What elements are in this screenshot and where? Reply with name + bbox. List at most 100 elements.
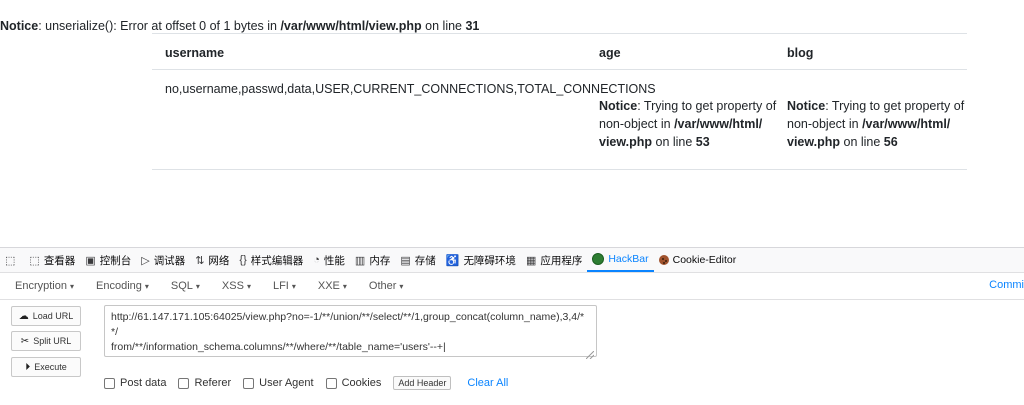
- url-textarea[interactable]: http://61.147.171.105:64025/view.php?no=…: [104, 305, 597, 357]
- tab-style-editor[interactable]: {} 样式编辑器: [234, 248, 308, 272]
- blog-notice-pre: non-object in: [787, 117, 863, 131]
- blog-notice-online: on line: [840, 135, 884, 149]
- tab-label: 无障碍环境: [463, 254, 516, 267]
- tab-picker[interactable]: ⬚: [0, 248, 24, 272]
- tab-inspector[interactable]: ⬚ 查看器: [24, 248, 80, 272]
- tab-cookie-editor[interactable]: Cookie-Editor: [654, 248, 742, 272]
- tab-label: 样式编辑器: [250, 254, 304, 267]
- tab-performance[interactable]: ◔ 性能: [308, 248, 350, 272]
- caret-down-icon: ▾: [144, 282, 149, 291]
- tab-storage[interactable]: ▤ 存储: [395, 248, 440, 272]
- menu-xss[interactable]: XSS ▾: [208, 280, 259, 292]
- caret-down-icon: ▾: [399, 282, 404, 291]
- caret-down-icon: ▾: [195, 282, 200, 291]
- tab-label: HackBar: [608, 253, 649, 265]
- tab-label: 存储: [414, 254, 436, 267]
- menu-other[interactable]: Other ▾: [355, 280, 412, 292]
- menu-label: Encryption: [15, 280, 67, 292]
- blog-notice-line: 56: [883, 135, 898, 149]
- post-data-checkbox[interactable]: [104, 377, 115, 389]
- referer-checkbox[interactable]: [178, 377, 190, 389]
- blog-notice-label: Notice: [787, 99, 826, 113]
- performance-icon: ◔: [313, 254, 320, 266]
- clear-all-link[interactable]: Clear All: [467, 377, 508, 389]
- caret-down-icon: ▾: [291, 282, 296, 291]
- tab-label: 应用程序: [540, 254, 583, 267]
- header-username: username: [165, 46, 225, 60]
- tab-application[interactable]: ▦ 应用程序: [521, 248, 587, 272]
- menu-lfi[interactable]: LFI ▾: [259, 280, 304, 292]
- table-header-border: [152, 69, 967, 70]
- menu-xxe[interactable]: XXE ▾: [304, 280, 355, 292]
- accessibility-icon: ♿: [445, 254, 460, 267]
- notice-line: 31: [465, 19, 480, 33]
- tab-label: 内存: [369, 254, 391, 267]
- caret-down-icon: ▾: [69, 282, 74, 291]
- tab-label: 调试器: [153, 254, 186, 267]
- referer-option[interactable]: Referer: [178, 377, 231, 389]
- age-notice-label: Notice: [599, 99, 638, 113]
- option-label: User Agent: [259, 377, 314, 389]
- tab-console[interactable]: ▣ 控制台: [80, 248, 136, 272]
- table-top-border: [152, 33, 967, 34]
- tab-label: 网络: [208, 254, 230, 267]
- age-notice-pre: non-object in: [599, 117, 675, 131]
- tab-label: Cookie-Editor: [672, 254, 737, 266]
- add-header-button[interactable]: Add Header: [393, 376, 452, 390]
- blog-notice-file: /var/www/html/: [862, 117, 951, 131]
- tab-accessibility[interactable]: ♿ 无障碍环境: [441, 248, 521, 272]
- cookies-option[interactable]: Cookies: [325, 377, 382, 389]
- button-label: Load URL: [32, 311, 74, 321]
- menu-commit[interactable]: Commi: [989, 279, 1024, 291]
- tab-hackbar[interactable]: HackBar: [587, 248, 654, 272]
- caret-down-icon: ▾: [342, 282, 347, 291]
- button-label: Execute: [34, 362, 67, 372]
- split-url-button[interactable]: ✂ Split URL: [11, 331, 81, 351]
- load-url-button[interactable]: ☁ Load URL: [11, 306, 81, 326]
- tab-debugger[interactable]: ▷ 调试器: [136, 248, 190, 272]
- blog-notice-file2: view.php: [787, 135, 841, 149]
- hackbar-menu: Encryption ▾ Encoding ▾ SQL ▾ XSS ▾ LFI ▾ XXE…: [0, 273, 1024, 300]
- blog-notice-text: : Trying to get property of: [825, 99, 965, 113]
- console-icon: ▣: [85, 254, 96, 267]
- application-icon: ▦: [525, 254, 537, 267]
- option-label: Post data: [120, 377, 167, 389]
- inspector-picker-icon: ⬚: [5, 254, 16, 267]
- notice-on-line: on line: [421, 19, 466, 33]
- user-agent-checkbox[interactable]: [243, 377, 255, 389]
- play-circle-icon: ⏵: [25, 361, 31, 373]
- menu-label: Other: [368, 280, 397, 292]
- caret-down-icon: ▾: [246, 282, 251, 291]
- header-blog: blog: [787, 46, 814, 60]
- tab-label: 控制台: [99, 254, 132, 267]
- hackbar-icon: [592, 253, 605, 265]
- menu-sql[interactable]: SQL ▾: [157, 280, 208, 292]
- menu-label: SQL: [170, 280, 193, 292]
- tab-network[interactable]: ⇅ 网络: [190, 248, 234, 272]
- option-label: Cookies: [341, 377, 382, 389]
- tab-label: 性能: [323, 254, 345, 267]
- scissors-icon: ✂: [20, 335, 30, 347]
- execute-button[interactable]: ⏵ Execute: [11, 357, 81, 377]
- menu-encoding[interactable]: Encoding ▾: [82, 280, 157, 292]
- tab-label: 查看器: [43, 254, 76, 267]
- age-notice-line: 53: [695, 135, 710, 149]
- menu-label: Encoding: [96, 280, 142, 292]
- option-label: Referer: [194, 377, 232, 389]
- notice-text: : unserialize(): Error at offset 0 of 1 …: [38, 19, 281, 33]
- age-notice-online: on line: [652, 135, 696, 149]
- post-data-option[interactable]: Post data: [104, 377, 166, 389]
- user-agent-option[interactable]: User Agent: [243, 377, 314, 389]
- resize-handle[interactable]: [585, 346, 595, 360]
- options-row: Post data Referer User Agent Cookies Add…: [104, 376, 508, 390]
- header-age: age: [599, 46, 621, 60]
- menu-encryption[interactable]: Encryption ▾: [0, 280, 82, 292]
- age-notice-file2: view.php: [599, 135, 653, 149]
- cookies-checkbox[interactable]: [325, 377, 337, 389]
- debugger-icon: ▷: [141, 254, 150, 267]
- cloud-download-icon: ☁: [18, 310, 29, 322]
- cell-username: no,username,passwd,data,USER,CURRENT_CON…: [165, 82, 656, 96]
- memory-icon: ▥: [354, 254, 366, 267]
- tab-memory[interactable]: ▥ 内存: [350, 248, 395, 272]
- notice-label: Notice: [0, 19, 39, 33]
